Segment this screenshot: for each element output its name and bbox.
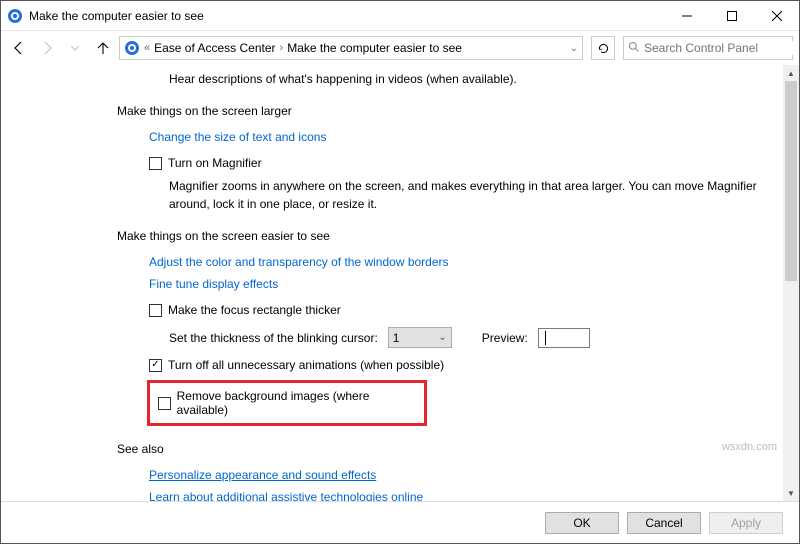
section-heading-larger: Make things on the screen larger [117,104,773,118]
magnifier-description: Magnifier zooms in anywhere on the scree… [169,178,773,213]
link-fine-tune[interactable]: Fine tune display effects [149,277,278,291]
up-button[interactable] [91,36,115,60]
cancel-button[interactable]: Cancel [627,512,701,534]
titlebar: Make the computer easier to see [1,1,799,31]
app-icon [7,8,23,24]
nav-toolbar: « Ease of Access Center › Make the compu… [1,31,799,65]
link-adjust-color[interactable]: Adjust the color and transparency of the… [149,255,449,269]
cursor-preview-bar [545,331,546,345]
checkbox-remove-bg[interactable] [158,397,171,410]
forward-button[interactable] [35,36,59,60]
link-change-text-size[interactable]: Change the size of text and icons [149,130,326,144]
minimize-button[interactable] [664,1,709,30]
highlighted-option: Remove background images (where availabl… [147,380,427,426]
watermark: wsxdn.com [722,441,777,453]
video-desc-text: Hear descriptions of what's happening in… [169,71,773,88]
checkbox-remove-bg-label: Remove background images (where availabl… [177,389,416,417]
content-area: Hear descriptions of what's happening in… [1,65,799,501]
content-scroll: Hear descriptions of what's happening in… [1,65,783,501]
address-dropdown-icon[interactable]: ⌄ [570,43,578,54]
breadcrumb-item-2[interactable]: Make the computer easier to see [287,41,462,55]
recent-dropdown-icon[interactable] [63,36,87,60]
section-heading-easier: Make things on the screen easier to see [117,229,773,243]
search-icon [628,41,640,56]
apply-button[interactable]: Apply [709,512,783,534]
scroll-thumb[interactable] [785,81,797,281]
search-box[interactable] [623,36,793,60]
link-personalize[interactable]: Personalize appearance and sound effects [149,468,376,482]
checkbox-magnifier[interactable] [149,157,162,170]
back-button[interactable] [7,36,31,60]
cursor-preview-box [538,328,590,348]
close-button[interactable] [754,1,799,30]
preview-label: Preview: [482,331,528,345]
checkbox-focus-rect-label: Make the focus rectangle thicker [168,303,341,317]
checkbox-focus-rect[interactable] [149,304,162,317]
checkbox-animations[interactable]: ✓ [149,359,162,372]
see-also-heading: See also [117,442,773,456]
refresh-button[interactable] [591,36,615,60]
control-panel-window: Make the computer easier to see « [0,0,800,544]
chevron-right-icon: › [280,42,284,54]
chevron-left-icon: « [144,42,150,54]
cursor-thickness-label: Set the thickness of the blinking cursor… [169,331,378,345]
cursor-thickness-select[interactable]: 1 ⌄ [388,327,452,348]
scroll-track[interactable] [783,81,799,485]
scroll-down-button[interactable]: ▼ [783,485,799,501]
address-bar[interactable]: « Ease of Access Center › Make the compu… [119,36,583,60]
chevron-down-icon: ⌄ [438,332,446,343]
ok-button[interactable]: OK [545,512,619,534]
vertical-scrollbar[interactable]: ▲ ▼ [783,65,799,501]
maximize-button[interactable] [709,1,754,30]
address-icon [124,40,140,56]
link-learn-assistive[interactable]: Learn about additional assistive technol… [149,490,423,501]
cursor-thickness-value: 1 [393,331,400,345]
search-input[interactable] [644,41,799,55]
checkbox-magnifier-label: Turn on Magnifier [168,156,262,170]
scroll-up-button[interactable]: ▲ [783,65,799,81]
checkbox-animations-label: Turn off all unnecessary animations (whe… [168,358,444,372]
window-title: Make the computer easier to see [29,9,664,23]
breadcrumb-item-1[interactable]: Ease of Access Center [154,41,275,55]
dialog-button-bar: OK Cancel Apply [1,501,799,543]
